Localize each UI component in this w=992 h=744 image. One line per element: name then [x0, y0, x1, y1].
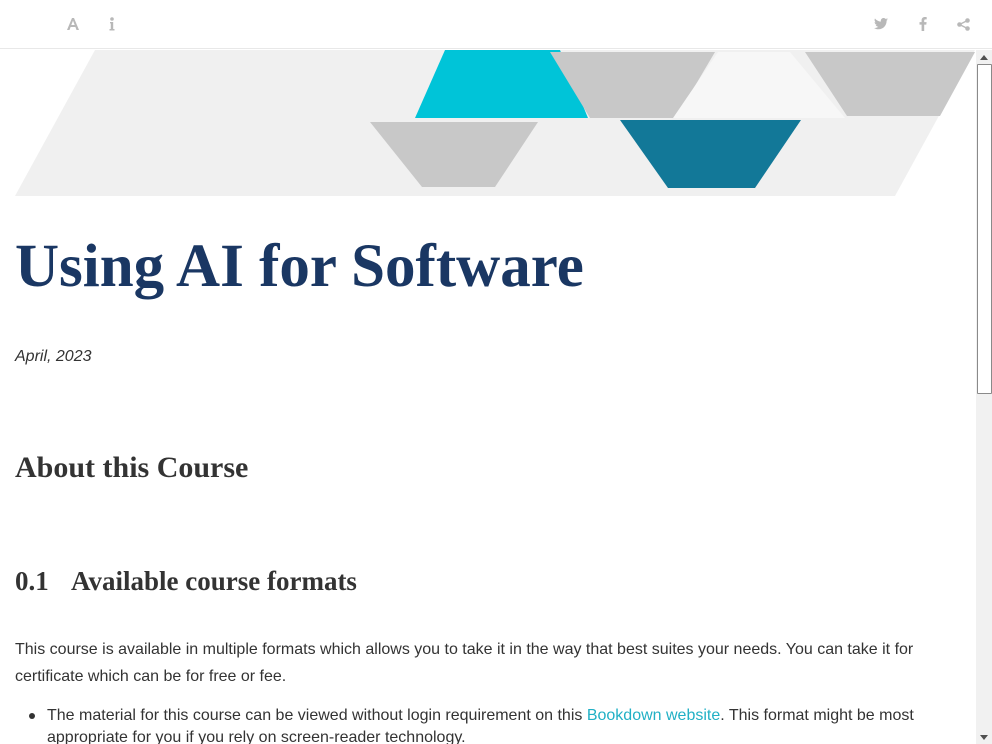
section-heading: About this Course — [15, 451, 249, 484]
course-banner-image — [15, 50, 975, 196]
book-toolbar — [0, 0, 992, 49]
publication-date: April, 2023 — [15, 348, 92, 365]
vertical-scrollbar[interactable] — [976, 50, 992, 744]
scroll-up-arrow[interactable] — [976, 50, 992, 64]
page-title: Using AI for Software — [15, 233, 584, 300]
book-content: Using AI for Software April, 2023 About … — [0, 50, 976, 744]
subsection-heading: 0.1 Available course formats — [15, 566, 357, 597]
list-item: The material for this course can be view… — [15, 705, 945, 744]
bookdown-website-link[interactable]: Bookdown website — [587, 707, 720, 724]
info-icon[interactable] — [102, 14, 122, 34]
format-list: The material for this course can be view… — [15, 705, 945, 744]
subsection-title: Available course formats — [71, 566, 357, 596]
twitter-icon[interactable] — [871, 14, 891, 34]
font-settings-icon[interactable] — [63, 14, 83, 34]
subsection-number: 0.1 — [15, 566, 49, 596]
share-icon[interactable] — [953, 14, 973, 34]
facebook-icon[interactable] — [913, 14, 933, 34]
scrollbar-thumb[interactable] — [977, 64, 992, 394]
scroll-down-arrow[interactable] — [976, 730, 992, 744]
list-item-text: The material for this course can be view… — [47, 707, 587, 724]
intro-paragraph: This course is available in multiple for… — [15, 641, 914, 685]
bullet-dot — [29, 713, 35, 719]
